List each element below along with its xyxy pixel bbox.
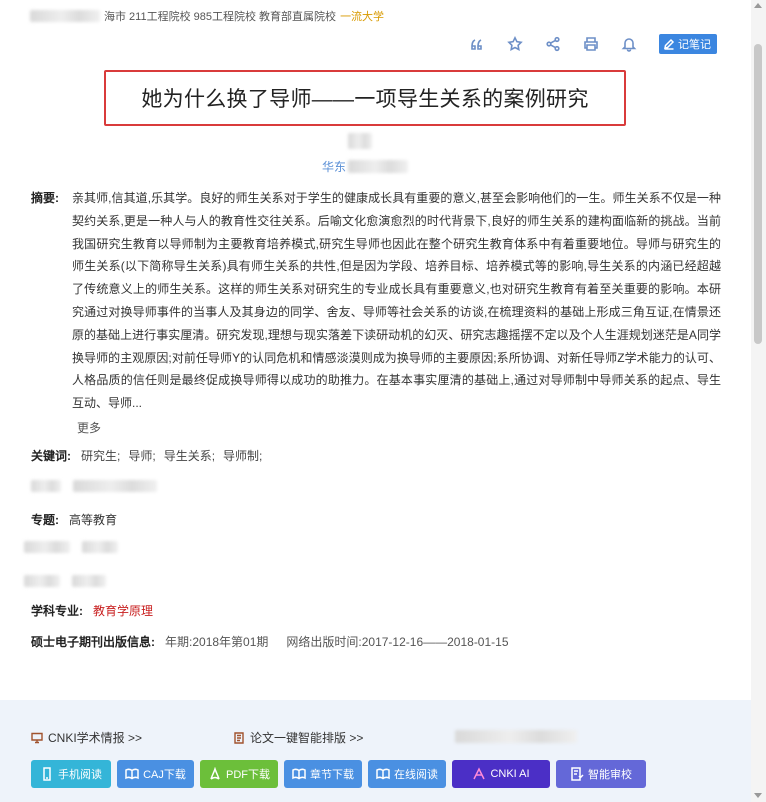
topic-row: 专题: 高等教育 bbox=[31, 511, 117, 528]
chapter-download-label: 章节下载 bbox=[310, 769, 354, 781]
online-publish-value: 2017-12-16——2018-01-15 bbox=[361, 634, 509, 649]
institution-tag-highlight: 一流大学 bbox=[340, 11, 385, 23]
share-icon bbox=[545, 36, 560, 52]
open-book-icon bbox=[125, 768, 139, 780]
open-book-icon bbox=[292, 768, 306, 780]
article-toolbar: 记笔记 bbox=[464, 33, 717, 55]
print-icon bbox=[583, 37, 598, 51]
discipline-label: 学科专业: bbox=[31, 604, 83, 618]
title-highlight-box: 她为什么换了导师——一项导生关系的案例研究 bbox=[104, 70, 626, 126]
blurred-value bbox=[72, 575, 106, 587]
scroll-up-arrow-icon[interactable] bbox=[754, 3, 762, 8]
open-book-icon bbox=[376, 768, 390, 780]
ai-logo-icon bbox=[473, 767, 486, 780]
vertical-scrollbar[interactable] bbox=[751, 0, 766, 802]
mobile-read-button[interactable]: 手机阅读 bbox=[31, 760, 111, 788]
smart-format-link[interactable]: 论文一键智能排版 >> bbox=[233, 729, 363, 746]
publication-row: 硕士电子期刊出版信息: 年期: 2018年第01期 网络出版时间: 2017-1… bbox=[31, 633, 509, 650]
quote-button[interactable] bbox=[464, 33, 489, 55]
blurred-affiliation bbox=[348, 160, 409, 173]
online-read-label: 在线阅读 bbox=[394, 769, 438, 781]
keywords-row: 关键词: 研究生; 导师; 导生关系; 导师制; bbox=[31, 447, 270, 464]
institution-tags: 海市 211工程院校 985工程院校 教育部直属院校 一流大学 bbox=[30, 8, 384, 24]
scroll-down-arrow-icon[interactable] bbox=[754, 793, 762, 798]
keyword-item[interactable]: 导生关系; bbox=[164, 447, 215, 464]
abstract-more-link[interactable]: 更多 bbox=[77, 419, 101, 436]
abstract-section: 摘要: 亲其师,信其道,乐其学。良好的师生关系对于学生的健康成长具有重要的意义,… bbox=[31, 187, 721, 415]
blurred-label bbox=[24, 541, 70, 553]
blurred-author-name bbox=[348, 133, 372, 149]
download-buttons: 手机阅读 CAJ下载 PDF下载 章节下载 在线阅读 CNKI AI 智能审校 bbox=[31, 760, 646, 788]
mobile-read-label: 手机阅读 bbox=[58, 769, 102, 781]
favorite-button[interactable] bbox=[502, 33, 527, 55]
phone-icon bbox=[43, 767, 51, 781]
print-button[interactable] bbox=[578, 33, 603, 55]
scrollbar-thumb[interactable] bbox=[754, 44, 762, 344]
smart-proofread-label: 智能审校 bbox=[588, 769, 632, 781]
blurred-value bbox=[73, 480, 157, 492]
subscribe-button[interactable] bbox=[616, 33, 641, 55]
institution-tags-text: 海市 211工程院校 985工程院校 教育部直属院校 bbox=[104, 11, 337, 23]
topic-value: 高等教育 bbox=[69, 513, 118, 527]
discipline-value[interactable]: 教育学原理 bbox=[93, 602, 153, 619]
star-icon bbox=[506, 36, 523, 51]
keyword-item[interactable]: 导师; bbox=[128, 447, 155, 464]
cnki-intel-link[interactable]: CNKI学术情报 >> bbox=[31, 729, 142, 746]
download-footer: CNKI学术情报 >> 论文一键智能排版 >> 手机阅读 CAJ下载 PDF下载… bbox=[0, 700, 751, 802]
blurred-info-row bbox=[24, 541, 118, 553]
publication-label: 硕士电子期刊出版信息: bbox=[31, 635, 155, 649]
blurred-info-row bbox=[24, 575, 106, 587]
blurred-label bbox=[24, 575, 60, 587]
cnki-ai-button[interactable]: CNKI AI bbox=[452, 760, 550, 788]
take-note-button[interactable]: 记笔记 bbox=[659, 34, 717, 54]
blurred-label bbox=[31, 480, 61, 492]
affiliation-prefix: 华东 bbox=[322, 160, 347, 174]
paper-title: 她为什么换了导师——一项导生关系的案例研究 bbox=[141, 88, 589, 111]
document-icon bbox=[234, 731, 244, 744]
issue-value: 2018年第01期 bbox=[192, 635, 269, 649]
take-note-label: 记笔记 bbox=[678, 39, 711, 51]
author-affiliation[interactable]: 华东 bbox=[322, 158, 409, 175]
edit-icon bbox=[664, 38, 675, 50]
keywords-label: 关键词: bbox=[31, 449, 71, 463]
blurred-footer-info bbox=[455, 730, 577, 743]
keyword-item[interactable]: 导师制; bbox=[223, 447, 262, 464]
smart-format-label: 论文一键智能排版 >> bbox=[250, 731, 364, 745]
discipline-row: 学科专业: 教育学原理 bbox=[31, 602, 153, 619]
bell-icon bbox=[621, 38, 636, 52]
blurred-institution-name bbox=[30, 10, 100, 22]
blurred-value bbox=[82, 541, 118, 553]
caj-download-button[interactable]: CAJ下载 bbox=[117, 760, 194, 788]
issue-label: 年期: bbox=[165, 635, 193, 649]
chapter-download-button[interactable]: 章节下载 bbox=[284, 760, 362, 788]
share-button[interactable] bbox=[540, 33, 565, 55]
abstract-label: 摘要: bbox=[31, 191, 59, 205]
quote-icon bbox=[470, 39, 482, 50]
monitor-icon bbox=[31, 732, 43, 743]
blurred-info-row bbox=[31, 480, 157, 492]
online-publish-label: 网络出版时间: bbox=[286, 635, 362, 649]
pdf-icon bbox=[210, 767, 220, 780]
cnki-intel-label: CNKI学术情报 >> bbox=[48, 731, 143, 745]
cnki-ai-label: CNKI AI bbox=[490, 768, 530, 780]
keyword-item[interactable]: 研究生; bbox=[81, 447, 120, 464]
proofread-icon bbox=[571, 767, 584, 781]
topic-label: 专题: bbox=[31, 513, 59, 527]
caj-download-label: CAJ下载 bbox=[143, 769, 186, 781]
online-read-button[interactable]: 在线阅读 bbox=[368, 760, 446, 788]
smart-proofread-button[interactable]: 智能审校 bbox=[556, 760, 646, 788]
pdf-download-button[interactable]: PDF下载 bbox=[200, 760, 278, 788]
abstract-text: 亲其师,信其道,乐其学。良好的师生关系对于学生的健康成长具有重要的意义,甚至会影… bbox=[72, 191, 721, 411]
pdf-download-label: PDF下载 bbox=[226, 769, 270, 781]
